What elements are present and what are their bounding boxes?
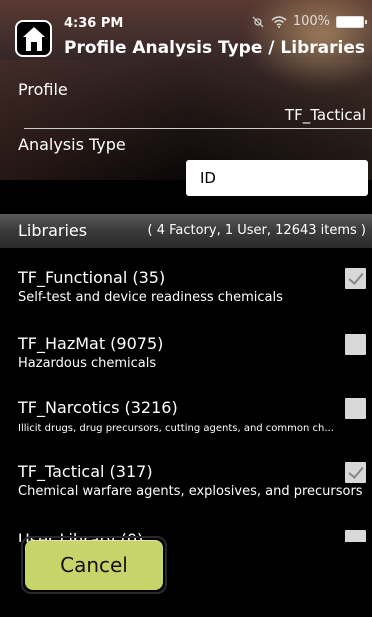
library-item-functional[interactable]: TF_Functional (35) Self-test and device …: [0, 268, 372, 334]
profile-value[interactable]: TF_Tactical: [285, 106, 366, 124]
gps-off-icon: [252, 16, 264, 27]
battery-percent: 100%: [292, 14, 330, 29]
library-description: Hazardous chemicals: [18, 356, 157, 371]
library-checkbox[interactable]: [345, 334, 366, 355]
library-checkbox[interactable]: [345, 398, 366, 419]
wifi-icon: [271, 16, 287, 28]
cancel-button[interactable]: Cancel: [25, 540, 163, 590]
status-time: 4:36 PM: [64, 16, 124, 31]
library-item-narcotics[interactable]: TF_Narcotics (3216) Illicit drugs, drug …: [0, 398, 372, 464]
library-name: TF_Functional (35): [18, 268, 166, 287]
library-checkbox[interactable]: [345, 462, 366, 483]
battery-icon: [336, 15, 367, 28]
page-title: Profile Analysis Type / Libraries: [64, 38, 365, 58]
library-checkbox[interactable]: [345, 530, 366, 542]
header: 4:36 PM 100% Profile Analysis Type / Lib…: [0, 0, 372, 70]
library-description: Illicit drugs, drug precursors, cutting …: [18, 423, 334, 434]
libraries-title: Libraries: [18, 221, 88, 240]
libraries-header: Libraries ( 4 Factory, 1 User, 12643 ite…: [0, 214, 372, 248]
profile-underline: [24, 128, 372, 129]
library-description: Chemical warfare agents, explosives, and…: [18, 484, 363, 499]
analysis-type-label: Analysis Type: [18, 135, 126, 154]
library-checkbox[interactable]: [345, 268, 366, 289]
profile-label: Profile: [18, 80, 68, 99]
library-item-tactical[interactable]: TF_Tactical (317) Chemical warfare agent…: [0, 462, 372, 528]
home-button[interactable]: [15, 20, 52, 57]
library-name: TF_HazMat (9075): [18, 334, 164, 353]
library-name: TF_Tactical (317): [18, 462, 153, 481]
app-screen: 4:36 PM 100% Profile Analysis Type / Lib…: [0, 0, 372, 617]
home-icon: [23, 27, 45, 51]
analysis-type-field[interactable]: ID: [186, 160, 368, 196]
status-icons: 100%: [251, 14, 367, 29]
library-description: Self-test and device readiness chemicals: [18, 290, 283, 305]
library-name: TF_Narcotics (3216): [18, 398, 178, 417]
footer: Cancel: [0, 536, 372, 617]
library-item-hazmat[interactable]: TF_HazMat (9075) Hazardous chemicals: [0, 334, 372, 400]
libraries-summary: ( 4 Factory, 1 User, 12643 items ): [147, 223, 367, 238]
